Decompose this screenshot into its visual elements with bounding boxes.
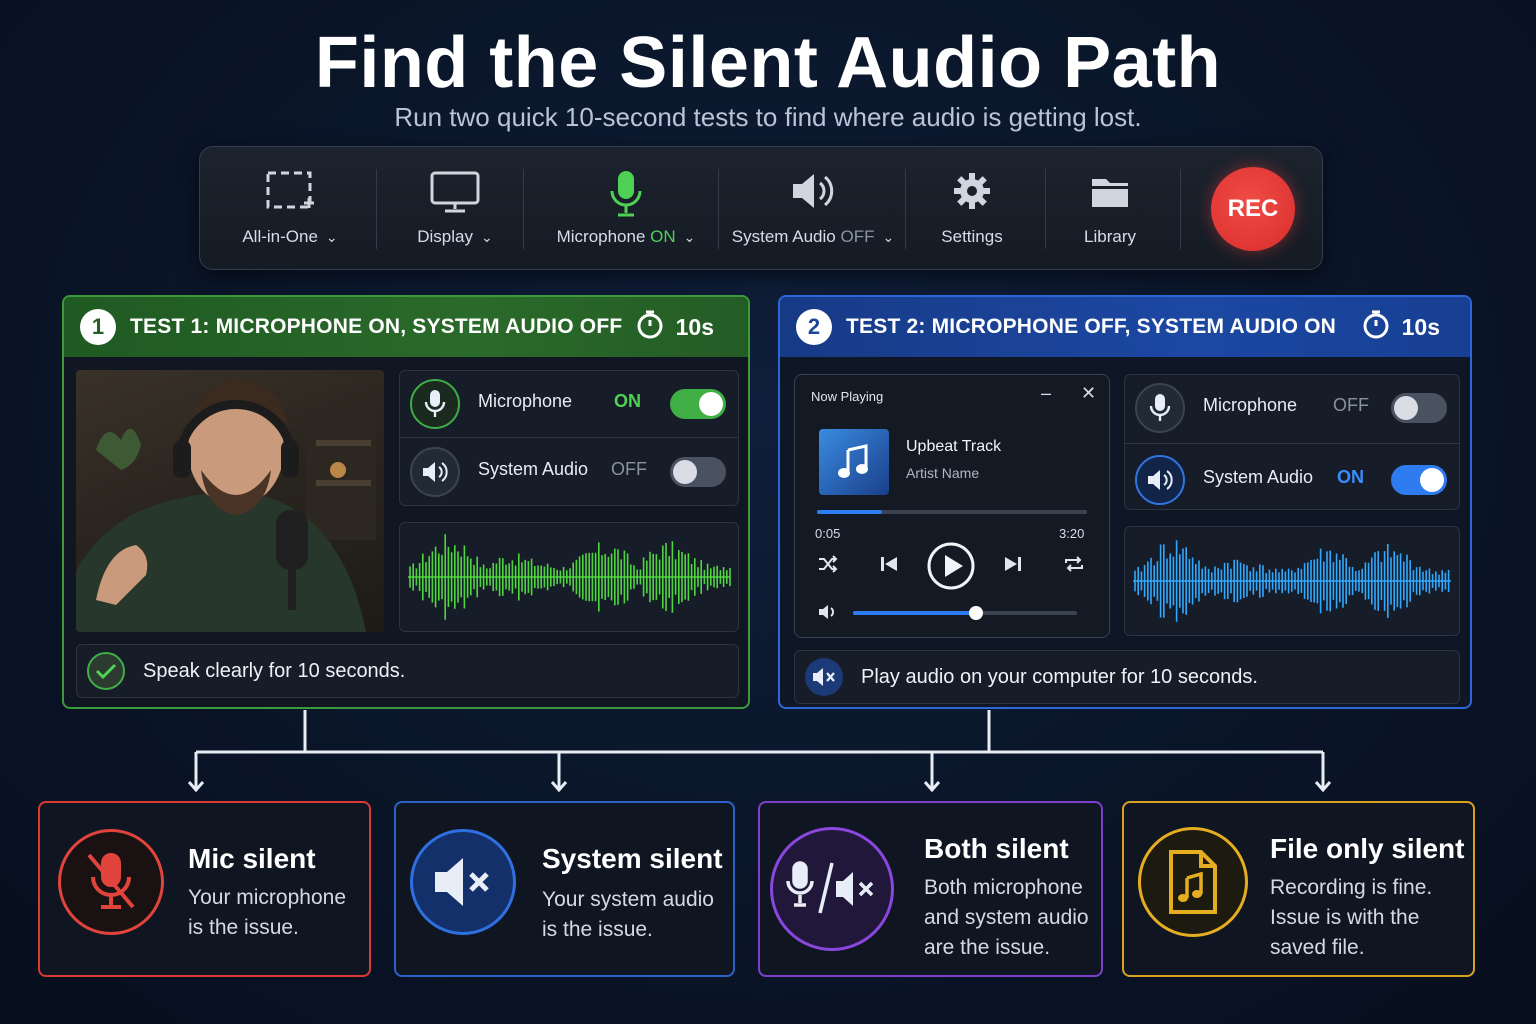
result-system-silent: System silent Your system audio is the i… (394, 801, 735, 977)
result2-desc-line1: Your system audio (542, 888, 714, 911)
result4-desc-line2: Issue is with the (1270, 906, 1420, 929)
result4-desc-line1: Recording is fine. (1270, 876, 1433, 899)
result-mic-silent: Mic silent Your microphone is the issue. (38, 801, 371, 977)
speaker-muted-icon (410, 829, 516, 935)
result3-title: Both silent (924, 833, 1069, 864)
result3-desc-line1: Both microphone (924, 876, 1083, 899)
result1-desc-line1: Your microphone (188, 886, 346, 909)
result3-desc-line3: are the issue. (924, 936, 1051, 959)
mic-muted-icon (58, 829, 164, 935)
result2-desc-line2: is the issue. (542, 918, 653, 941)
result1-title: Mic silent (188, 843, 316, 874)
result-file-only-silent: File only silent Recording is fine. Issu… (1122, 801, 1475, 977)
result4-desc-line3: saved file. (1270, 936, 1365, 959)
mic-and-speaker-muted-icon (770, 827, 894, 951)
result-both-silent: Both silent Both microphone and system a… (758, 801, 1103, 977)
result4-title: File only silent (1270, 833, 1465, 864)
audio-file-icon (1138, 827, 1248, 937)
result3-desc-line2: and system audio (924, 906, 1089, 929)
result2-title: System silent (542, 843, 723, 874)
result1-desc-line2: is the issue. (188, 916, 299, 939)
